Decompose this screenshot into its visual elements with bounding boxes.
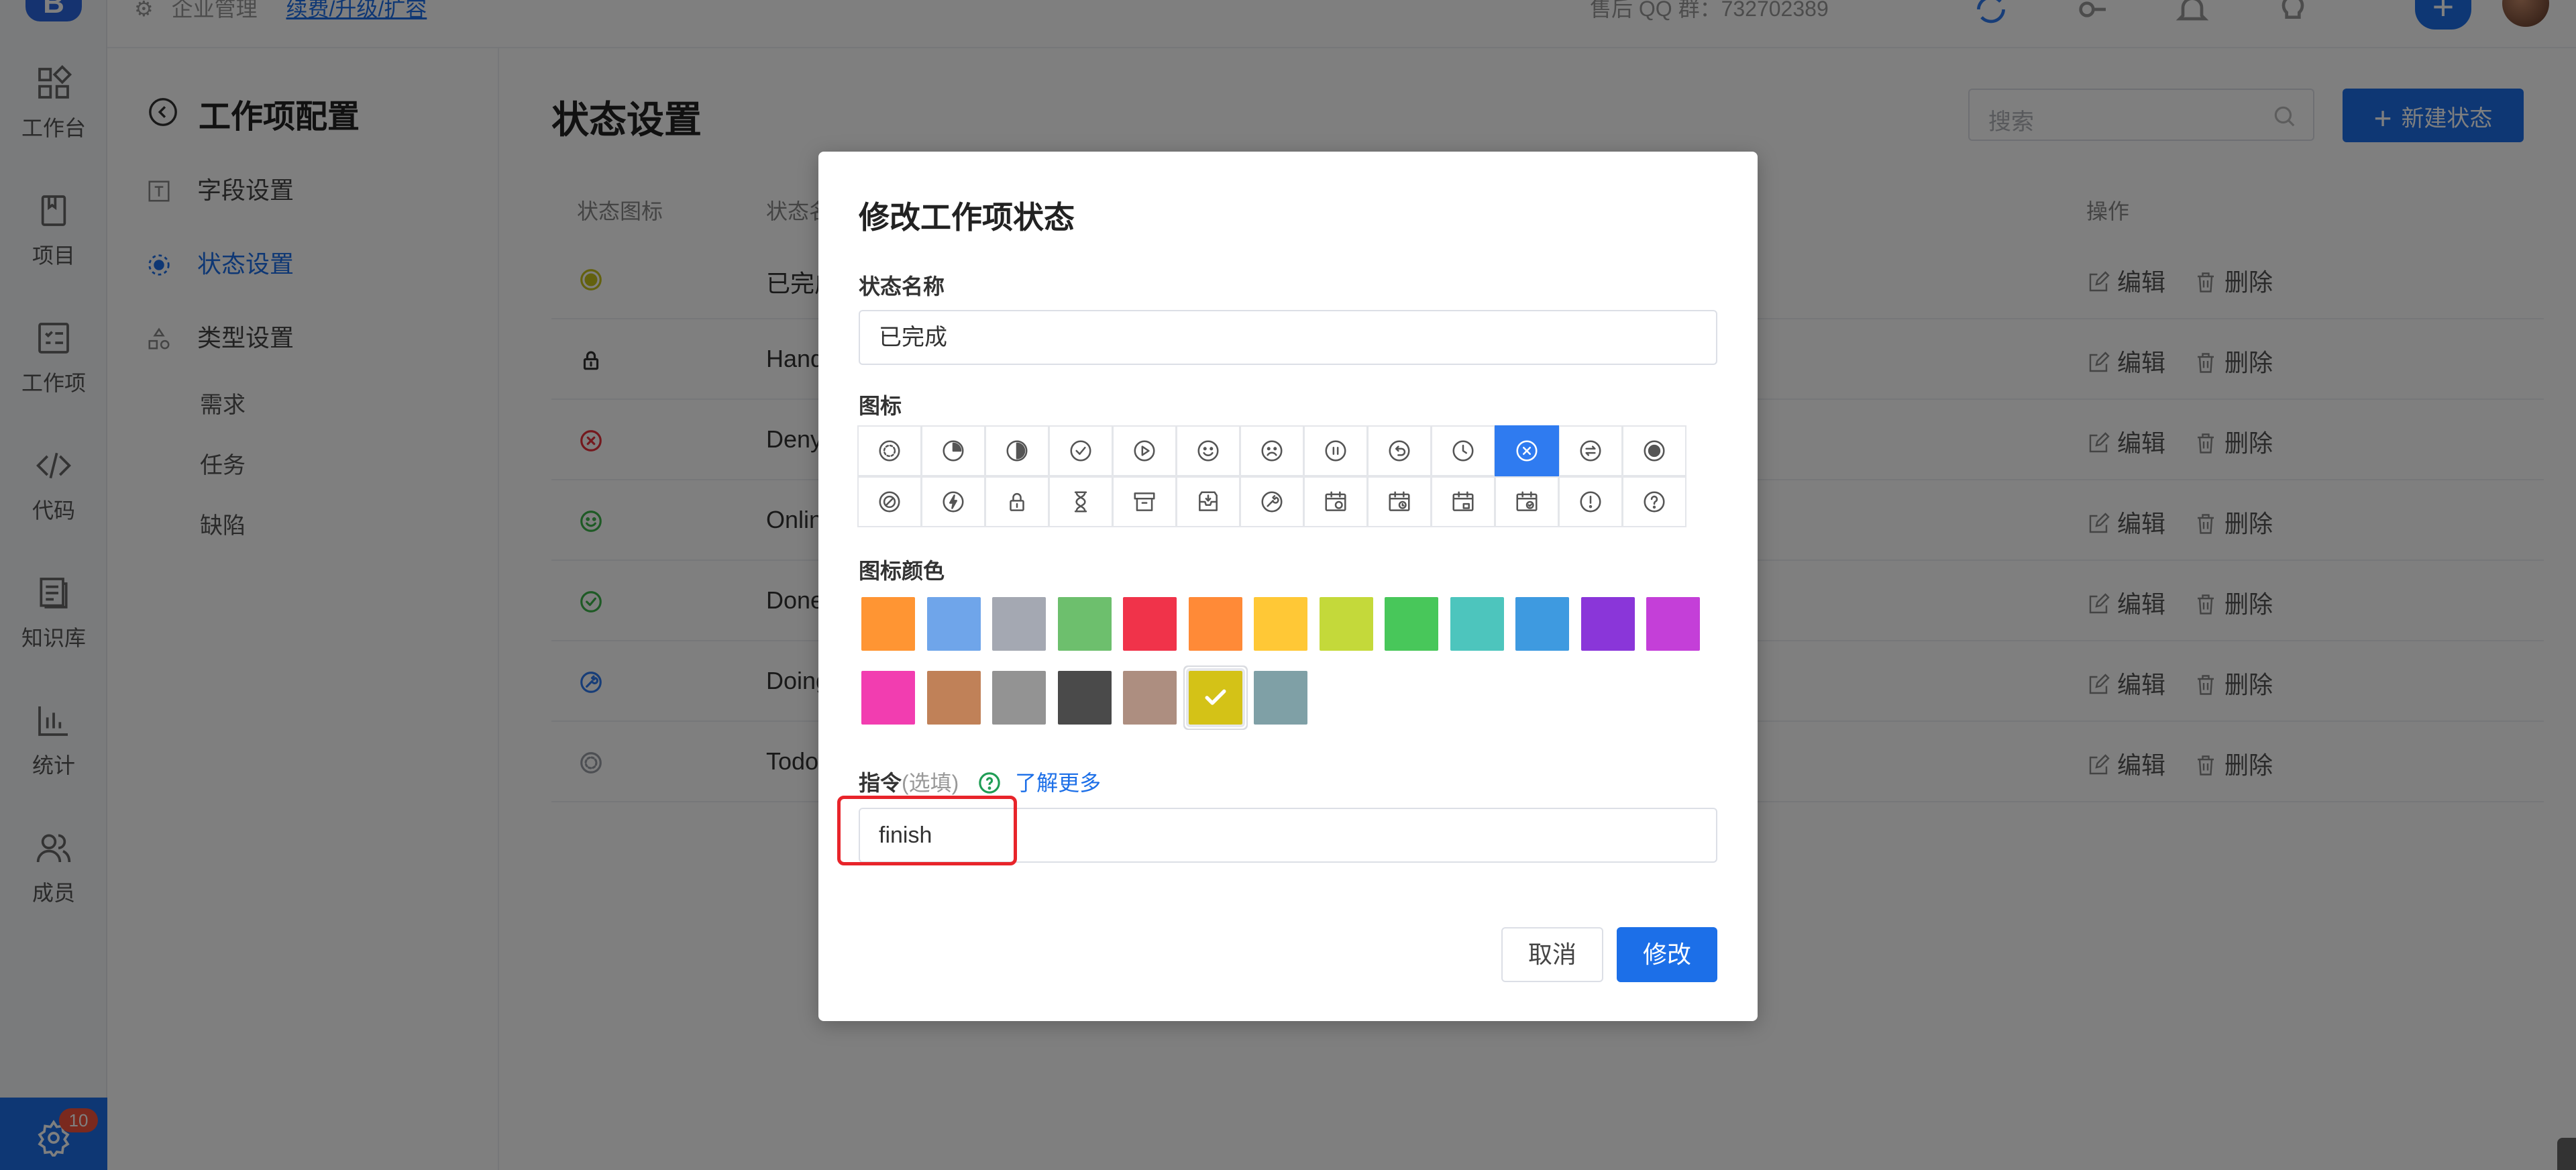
- help-circle-icon[interactable]: [978, 772, 1001, 794]
- color-swatch[interactable]: [1580, 597, 1635, 651]
- bolt-circle-icon: [943, 491, 964, 513]
- color-swatch[interactable]: [861, 597, 915, 651]
- status-name-input[interactable]: 已完成: [859, 310, 1717, 365]
- x-circle-icon: [1516, 440, 1538, 462]
- hourglass-icon: [1074, 491, 1087, 513]
- color-swatch[interactable]: [1646, 597, 1700, 651]
- learn-more-link[interactable]: 了解更多: [1015, 771, 1101, 795]
- progress-half-icon: [1006, 440, 1028, 462]
- icon-option[interactable]: [1049, 425, 1113, 476]
- check-icon: [1204, 689, 1226, 705]
- icon-option[interactable]: [1176, 476, 1240, 527]
- wrench-circle-icon: [1261, 491, 1283, 513]
- play-circle-icon: [1134, 440, 1155, 462]
- calendar-refresh-icon: [1325, 491, 1346, 511]
- command-label-text: 指令: [859, 771, 902, 795]
- color-swatch[interactable]: [1185, 668, 1245, 727]
- color-swatch[interactable]: [1188, 597, 1242, 651]
- transfer-circle-icon: [1580, 440, 1601, 462]
- command-label: 指令(选填) 了解更多: [859, 766, 1101, 797]
- icon-option[interactable]: [1495, 425, 1559, 476]
- icon-option[interactable]: [1240, 425, 1304, 476]
- color-swatch[interactable]: [1123, 671, 1177, 725]
- icon-option[interactable]: [1049, 476, 1113, 527]
- alert-circle-icon: [1580, 491, 1601, 513]
- optional-hint: (选填): [902, 771, 959, 795]
- pause-circle-icon: [1325, 440, 1346, 462]
- color-swatch[interactable]: [1385, 597, 1438, 651]
- lock-icon: [1010, 492, 1024, 511]
- icon-option[interactable]: [1431, 425, 1495, 476]
- color-swatch[interactable]: [1057, 671, 1112, 725]
- icon-option[interactable]: [1558, 425, 1623, 476]
- color-swatch[interactable]: [1319, 597, 1373, 651]
- icon-option[interactable]: [921, 425, 985, 476]
- color-swatch[interactable]: [861, 671, 915, 725]
- inbox-icon: [1199, 491, 1218, 511]
- icon-option[interactable]: [1176, 425, 1240, 476]
- icon-picker: [857, 425, 1692, 529]
- forbidden-circle-icon: [879, 491, 900, 513]
- color-swatch[interactable]: [1515, 597, 1569, 651]
- icon-option[interactable]: [1622, 476, 1686, 527]
- icon-option[interactable]: [1240, 476, 1304, 527]
- color-swatch[interactable]: [1254, 671, 1307, 725]
- calendar-lock-icon: [1452, 491, 1474, 511]
- color-swatch[interactable]: [992, 671, 1046, 725]
- icon-option[interactable]: [1495, 476, 1559, 527]
- color-swatch[interactable]: [1123, 597, 1177, 651]
- icon-option[interactable]: [1558, 476, 1623, 527]
- icon-option[interactable]: [1622, 425, 1686, 476]
- record-circle-icon: [1644, 440, 1665, 462]
- color-swatch[interactable]: [1057, 597, 1112, 651]
- smile-icon: [1197, 440, 1219, 462]
- color-swatch[interactable]: [992, 597, 1046, 651]
- color-swatch[interactable]: [926, 671, 981, 725]
- icon-option[interactable]: [857, 425, 922, 476]
- icon-option[interactable]: [857, 476, 922, 527]
- calendar-clock-icon: [1389, 491, 1410, 511]
- cancel-button[interactable]: 取消: [1501, 927, 1603, 982]
- icon-option[interactable]: [985, 476, 1049, 527]
- color-picker: [861, 597, 1733, 751]
- icon-option[interactable]: [1431, 476, 1495, 527]
- circle-dashed-icon: [879, 440, 900, 462]
- icon-color-label: 图标颜色: [859, 559, 945, 583]
- clock-icon: [1452, 440, 1474, 462]
- icon-option[interactable]: [1367, 476, 1432, 527]
- check-circle-icon: [1070, 440, 1091, 462]
- color-swatch[interactable]: [1450, 597, 1504, 651]
- edit-status-dialog: 修改工作项状态 状态名称 已完成 图标 图标颜色 指令(选填) 了解更多 fin…: [818, 152, 1758, 1021]
- color-swatch[interactable]: [1254, 597, 1307, 651]
- highlight-box: [837, 796, 1017, 865]
- icon-option[interactable]: [1303, 425, 1368, 476]
- app-root: B 工作台 项目 工作项 代码 知识库 统计 成员: [0, 0, 2576, 1170]
- archive-icon: [1134, 492, 1155, 511]
- icon-option[interactable]: [1112, 476, 1177, 527]
- question-circle-icon: [1644, 491, 1665, 513]
- status-name-label: 状态名称: [859, 274, 945, 299]
- undo-circle-icon: [1389, 440, 1410, 462]
- calendar-check-icon: [1516, 491, 1538, 511]
- dialog-title: 修改工作项状态: [859, 200, 1075, 235]
- icon-option[interactable]: [1112, 425, 1177, 476]
- progress-quarter-icon: [943, 440, 964, 462]
- icon-label: 图标: [859, 394, 902, 418]
- frown-icon: [1261, 440, 1283, 462]
- icon-option[interactable]: [1303, 476, 1368, 527]
- icon-option[interactable]: [985, 425, 1049, 476]
- scrollbar[interactable]: [2557, 1138, 2576, 1170]
- icon-option[interactable]: [1367, 425, 1432, 476]
- color-swatch[interactable]: [926, 597, 981, 651]
- icon-option[interactable]: [921, 476, 985, 527]
- confirm-button[interactable]: 修改: [1617, 927, 1717, 982]
